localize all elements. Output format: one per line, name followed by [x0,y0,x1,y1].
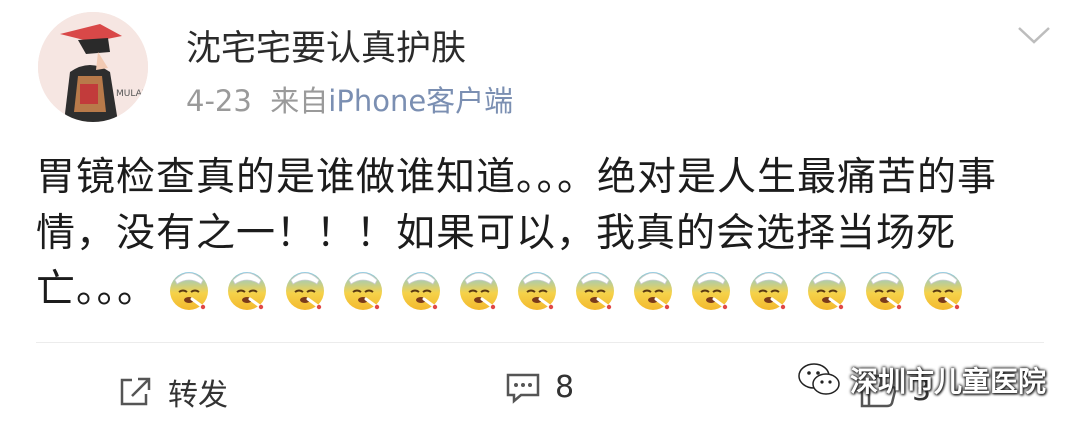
sick-thermometer-emoji [924,272,963,310]
repost-label: 转发 [168,378,228,413]
post-date: 4-23 [186,84,252,118]
sick-thermometer-emoji [228,272,267,310]
source-prefix: 来自 [270,84,329,118]
watermark-text: 深圳市儿童医院 [849,365,1046,398]
source-device: iPhone客户端 [328,84,514,118]
watermark: 深圳市儿童医院 [796,360,1046,400]
avatar[interactable]: MULAN [38,12,148,122]
sick-thermometer-emoji [866,272,905,310]
sick-thermometer-emoji [460,272,499,310]
sick-thermometer-emoji [808,272,847,310]
avatar-text: MULAN [116,89,148,99]
sick-thermometer-emoji [170,272,209,310]
comment-icon [506,373,540,404]
sick-thermometer-emoji [692,272,731,310]
emoji-row [167,268,965,312]
avatar-illustration: MULAN [38,12,148,122]
sick-thermometer-emoji [750,272,789,310]
comment-count: 8 [555,370,575,405]
sick-thermometer-emoji [634,272,673,310]
sick-thermometer-emoji [576,272,615,310]
post-meta: 4-23 来自iPhone客户端 [186,78,513,120]
sick-thermometer-emoji [402,272,441,310]
comment-button[interactable]: 8 [505,370,574,405]
sick-thermometer-emoji [286,272,325,310]
wechat-icon [798,363,840,395]
username[interactable]: 沈宅宅要认真护肤 [186,20,466,71]
chevron-down-icon[interactable] [1016,24,1052,52]
post-content: 胃镜检查真的是谁做谁知道。。。绝对是人生最痛苦的事情，没有之一！！！如果可以，我… [36,150,1046,318]
share-icon [120,377,151,406]
repost-button[interactable]: 转发 [118,370,228,414]
sick-thermometer-emoji [518,272,557,310]
sick-thermometer-emoji [344,272,383,310]
divider [36,342,1044,343]
